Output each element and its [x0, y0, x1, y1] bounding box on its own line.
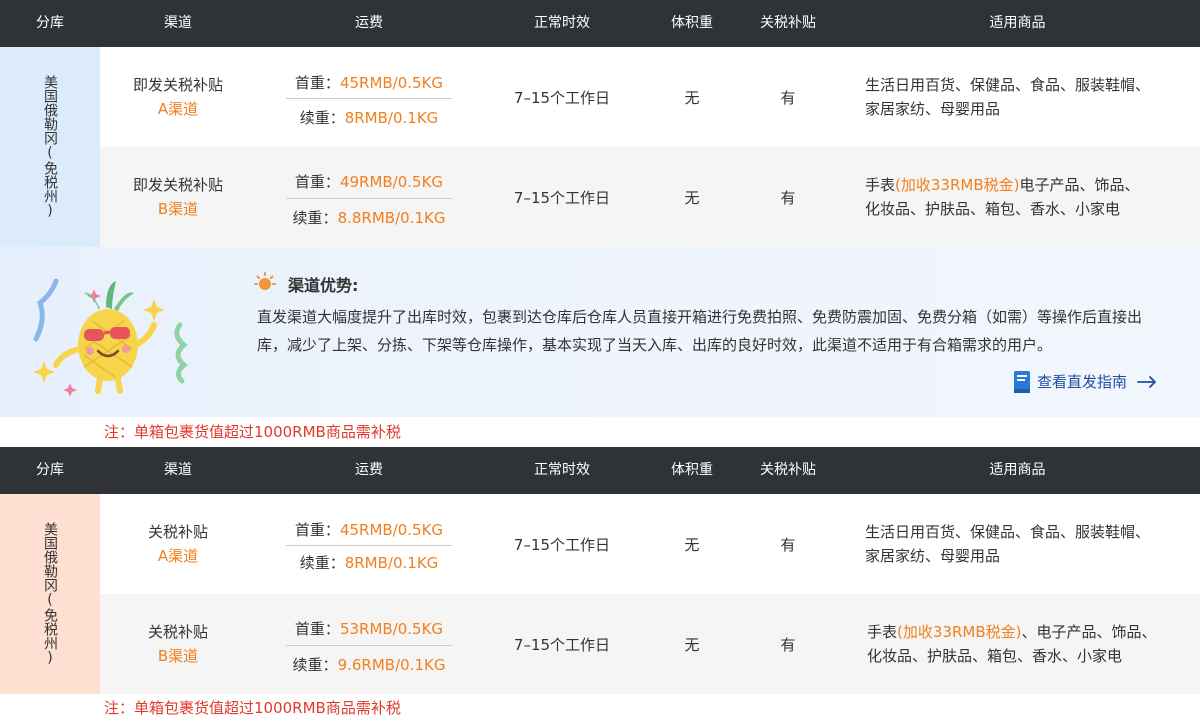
- warehouse-cell: 美国俄勒冈(免税州): [0, 47, 100, 247]
- fee-divider: [286, 98, 452, 99]
- guide-link[interactable]: 查看直发指南: [1013, 370, 1163, 394]
- table-row: 即发关税补贴 A渠道 首重：45RMB/0.5KG 续重：8RMB/0.1KG …: [100, 47, 1200, 147]
- advantage-title: 渠道优势:: [288, 276, 359, 295]
- tax-note: 注：单箱包裹货值超过1000RMB商品需补税: [104, 699, 401, 717]
- fee-cell: 首重：53RMB/0.5KG 续重：9.6RMB/0.1KG: [286, 594, 452, 694]
- table-row: 关税补贴 A渠道 首重：45RMB/0.5KG 续重：8RMB/0.1KG 7–…: [100, 494, 1200, 594]
- warehouse-label: 美国俄勒冈(免税州): [42, 522, 58, 666]
- volume-cell: 无: [684, 188, 700, 207]
- tax-highlight: (加收33RMB税金): [897, 623, 1022, 641]
- goods-cell: 生活日用百货、保健品、食品、服装鞋帽、 家居家纺、母婴用品: [865, 523, 1151, 565]
- col-time: 正常时效: [534, 15, 590, 31]
- col-volume: 体积重: [671, 15, 713, 31]
- channel-name: 即发关税补贴: [132, 176, 223, 194]
- first-weight: 首重：49RMB/0.5KG: [294, 173, 444, 191]
- channel-cell: 关税补贴 A渠道: [100, 494, 256, 594]
- arrow-right-icon: [1137, 376, 1156, 388]
- fee-cell: 首重：45RMB/0.5KG 续重：8RMB/0.1KG: [286, 494, 452, 594]
- channel-sub: B渠道: [157, 200, 199, 218]
- channel-cell: 即发关税补贴 B渠道: [100, 147, 256, 247]
- channel-name: 即发关税补贴: [132, 76, 223, 94]
- time-cell: 7–15个工作日: [513, 535, 611, 554]
- first-weight: 首重：45RMB/0.5KG: [294, 521, 444, 539]
- tariff-cell: 有: [780, 635, 796, 654]
- goods-cell: 手表(加收33RMB税金)电子产品、饰品、 化妆品、护肤品、箱包、香水、小家电: [865, 176, 1140, 218]
- table-header: 分库 渠道 运费 正常时效 体积重 关税补贴 适用商品: [0, 447, 1200, 494]
- channel-sub: A渠道: [157, 100, 199, 118]
- first-weight: 首重：45RMB/0.5KG: [294, 74, 444, 92]
- advantage-body: 直发渠道大幅度提升了出库时效，包裹到达仓库后仓库人员直接开箱进行免费拍照、免费防…: [257, 308, 1143, 354]
- table-header: 分库 渠道 运费 正常时效 体积重 关税补贴 适用商品: [0, 0, 1200, 47]
- fee-cell: 首重：45RMB/0.5KG 续重：8RMB/0.1KG: [286, 47, 452, 147]
- col-tariff: 关税补贴: [760, 462, 816, 478]
- tariff-cell: 有: [780, 535, 796, 554]
- fee-divider: [286, 645, 452, 646]
- tariff-cell: 有: [780, 88, 796, 107]
- continued-weight: 续重：8.8RMB/0.1KG: [292, 209, 446, 227]
- continued-weight: 续重：8RMB/0.1KG: [299, 109, 439, 127]
- channel-name: 关税补贴: [147, 523, 208, 541]
- table-row: 关税补贴 B渠道 首重：53RMB/0.5KG 续重：9.6RMB/0.1KG …: [100, 594, 1200, 694]
- goods-cell: 手表(加收33RMB税金)、电子产品、饰品、 化妆品、护肤品、箱包、香水、小家电: [867, 623, 1157, 665]
- col-volume: 体积重: [671, 462, 713, 478]
- first-weight: 首重：53RMB/0.5KG: [294, 620, 444, 638]
- channel-sub: A渠道: [157, 547, 199, 565]
- volume-cell: 无: [684, 635, 700, 654]
- time-cell: 7–15个工作日: [513, 635, 611, 654]
- channel-sub: B渠道: [157, 647, 199, 665]
- col-time: 正常时效: [534, 462, 590, 478]
- warehouse-cell: 美国俄勒冈(免税州): [0, 494, 100, 694]
- channel-cell: 关税补贴 B渠道: [100, 594, 256, 694]
- volume-cell: 无: [684, 88, 700, 107]
- fee-divider: [286, 198, 452, 199]
- col-tariff: 关税补贴: [760, 15, 816, 31]
- time-cell: 7–15个工作日: [513, 188, 611, 207]
- col-warehouse: 分库: [36, 462, 64, 478]
- fee-cell: 首重：49RMB/0.5KG 续重：8.8RMB/0.1KG: [286, 147, 452, 247]
- table-row: 即发关税补贴 B渠道 首重：49RMB/0.5KG 续重：8.8RMB/0.1K…: [100, 147, 1200, 247]
- continued-weight: 续重：8RMB/0.1KG: [299, 554, 439, 572]
- channel-name: 关税补贴: [147, 623, 208, 641]
- pineapple-mascot: [33, 278, 188, 397]
- tariff-cell: 有: [780, 188, 796, 207]
- volume-cell: 无: [684, 535, 700, 554]
- col-goods: 适用商品: [989, 462, 1046, 478]
- sun-icon: [254, 272, 276, 290]
- book-icon: [1014, 371, 1030, 393]
- col-warehouse: 分库: [36, 15, 64, 31]
- warehouse-label: 美国俄勒冈(免税州): [42, 75, 58, 219]
- col-channel: 渠道: [164, 15, 192, 31]
- channel-cell: 即发关税补贴 A渠道: [100, 47, 256, 147]
- col-fee: 运费: [355, 15, 383, 31]
- col-fee: 运费: [355, 462, 383, 478]
- tax-note: 注：单箱包裹货值超过1000RMB商品需补税: [104, 423, 401, 441]
- col-goods: 适用商品: [989, 15, 1046, 31]
- guide-link-label[interactable]: 查看直发指南: [1037, 370, 1127, 394]
- col-channel: 渠道: [164, 462, 192, 478]
- tax-highlight: (加收33RMB税金): [895, 176, 1020, 194]
- time-cell: 7–15个工作日: [513, 88, 611, 107]
- goods-cell: 生活日用百货、保健品、食品、服装鞋帽、 家居家纺、母婴用品: [865, 76, 1151, 118]
- continued-weight: 续重：9.6RMB/0.1KG: [292, 656, 446, 674]
